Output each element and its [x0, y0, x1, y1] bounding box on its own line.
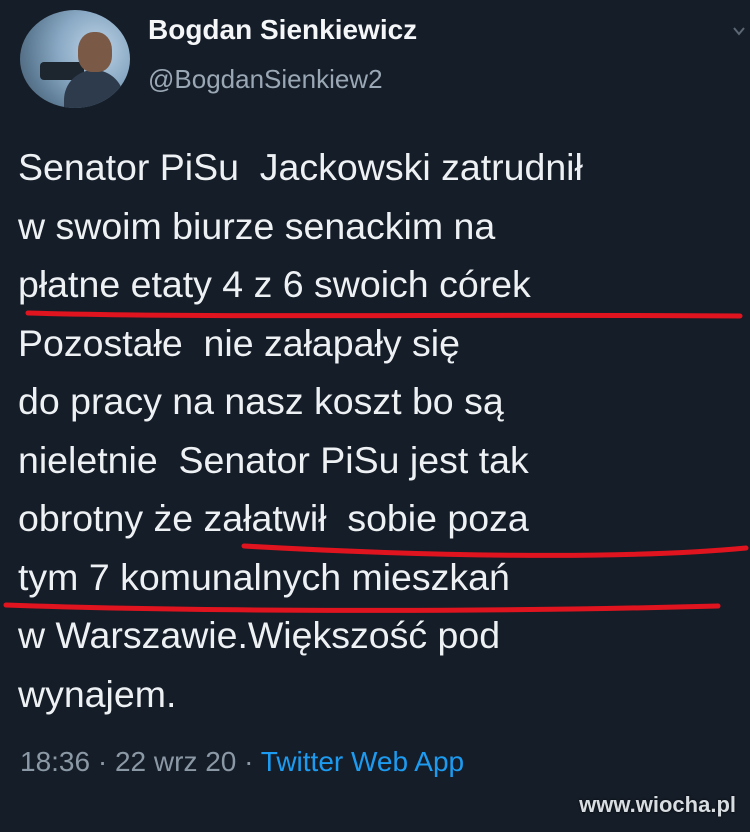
tweet-line: tym 7 komunalnych mieszkań — [18, 555, 510, 598]
tweet-time[interactable]: 18:36 — [20, 746, 90, 777]
author-handle[interactable]: @BogdanSienkiew2 — [148, 64, 383, 95]
chevron-down-icon[interactable] — [732, 24, 746, 38]
tweet-date[interactable]: 22 wrz 20 — [115, 746, 236, 777]
tweet-line: do pracy na nasz koszt bo są — [18, 380, 504, 422]
tweet-meta: 18:36 · 22 wrz 20 · Twitter Web App — [20, 746, 464, 778]
tweet-line: w Warszawie.Większość pod — [18, 614, 501, 656]
author-name[interactable]: Bogdan Sienkiewicz — [148, 14, 417, 46]
tweet-line: Pozostałe nie załapały się — [18, 321, 460, 364]
tweet-line: nieletnie Senator PiSu jest tak — [18, 438, 529, 481]
tweet-line: wynajem. — [18, 672, 177, 715]
tweet-text: Senator PiSu Jackowski zatrudnił w swoim… — [18, 138, 746, 723]
tweet-line: płatne etaty 4 z 6 swoich córek — [18, 263, 531, 305]
meta-separator: · — [236, 746, 261, 777]
meta-separator: · — [90, 746, 115, 777]
tweet-source-link[interactable]: Twitter Web App — [261, 746, 464, 777]
tweet-line: w swoim biurze senackim na — [18, 204, 496, 247]
avatar[interactable] — [20, 10, 130, 108]
watermark: www.wiocha.pl — [579, 792, 736, 817]
avatar-head-shape — [78, 32, 112, 72]
tweet-line: obrotny że załatwił sobie poza — [18, 497, 529, 539]
tweet-line: Senator PiSu Jackowski zatrudnił — [18, 146, 583, 188]
